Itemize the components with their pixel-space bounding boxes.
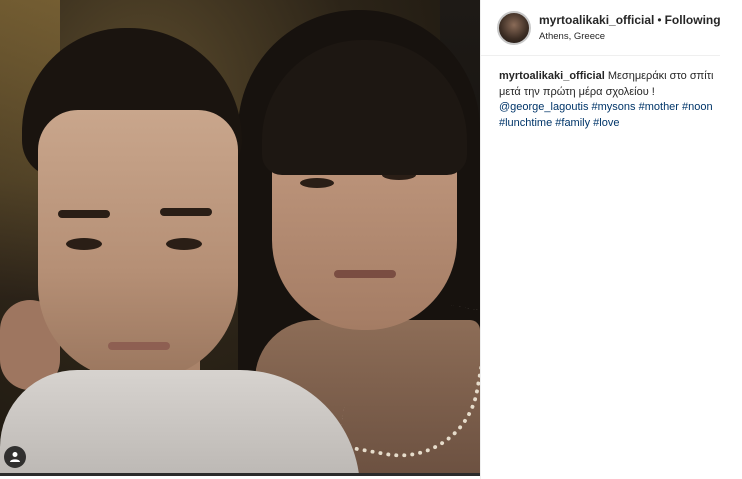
- post-caption: myrtoalikaki_official Μεσημεράκι στο σπί…: [481, 56, 742, 131]
- caption-username[interactable]: myrtoalikaki_official: [499, 70, 605, 82]
- post-photo[interactable]: [0, 0, 480, 476]
- post-side-panel: myrtoalikaki_official • Following Athens, …: [480, 0, 742, 479]
- hashtag-lunchtime[interactable]: #lunchtime: [499, 117, 552, 129]
- boy-right-eye: [166, 238, 202, 250]
- header-text: myrtoalikaki_official • Following Athens, …: [539, 13, 721, 42]
- header-username[interactable]: myrtoalikaki_official: [539, 13, 654, 27]
- username-row: myrtoalikaki_official • Following: [539, 13, 721, 27]
- person-tag-icon[interactable]: [4, 446, 26, 468]
- boy-face: [38, 110, 238, 380]
- post-header: myrtoalikaki_official • Following Athens, …: [481, 0, 721, 56]
- boy-left-brow: [58, 210, 110, 218]
- woman-left-eye: [300, 178, 334, 188]
- hashtag-family[interactable]: #family: [555, 117, 590, 129]
- hashtag-mother[interactable]: #mother: [639, 101, 679, 113]
- avatar[interactable]: [497, 10, 531, 45]
- header-separator: •: [657, 13, 662, 27]
- hashtag-noon[interactable]: #noon: [682, 101, 713, 113]
- following-button[interactable]: Following: [665, 13, 721, 27]
- person-tag-glyph: [10, 452, 20, 462]
- hashtag-mysons[interactable]: #mysons: [592, 101, 636, 113]
- boy-left-eye: [66, 238, 102, 250]
- hashtag-love[interactable]: #love: [593, 117, 619, 129]
- boy-right-brow: [160, 208, 212, 216]
- location-link[interactable]: Athens, Greece: [539, 31, 721, 42]
- boy-mouth: [108, 342, 170, 350]
- caption-mention[interactable]: @george_lagoutis: [499, 101, 588, 113]
- photo-bottom-bar: [0, 473, 480, 476]
- woman-mouth: [334, 270, 396, 278]
- instagram-post: myrtoalikaki_official • Following Athens, …: [0, 0, 742, 479]
